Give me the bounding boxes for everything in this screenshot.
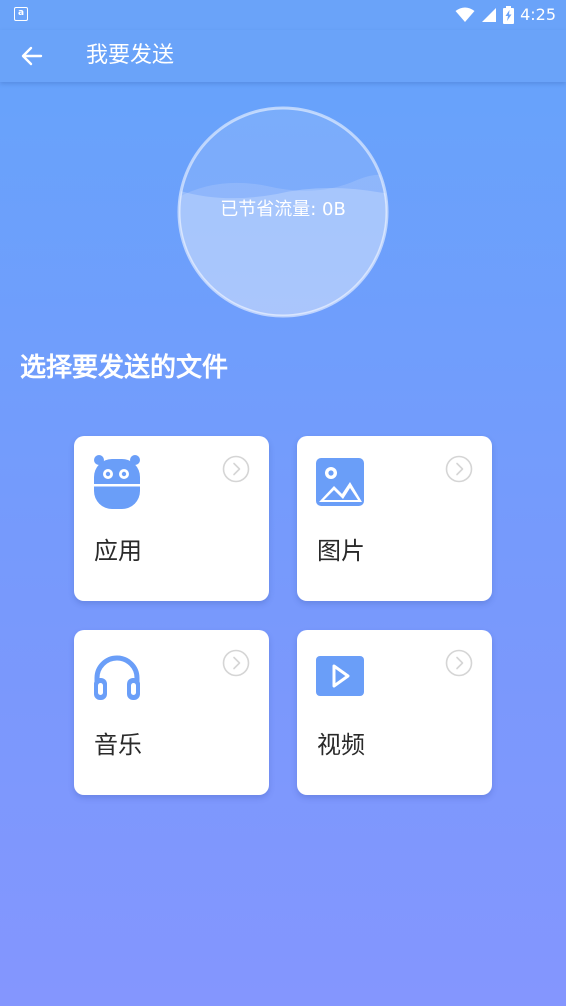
category-label: 音乐 <box>94 731 142 759</box>
status-icons: 4:25 <box>455 4 556 26</box>
wifi-icon <box>455 7 475 22</box>
status-bar: a 4:25 <box>0 0 566 30</box>
category-label: 应用 <box>94 537 142 565</box>
category-card-apps[interactable]: 应用 <box>74 436 269 601</box>
category-card-music[interactable]: 音乐 <box>74 630 269 795</box>
notification-icon: a <box>14 7 28 21</box>
video-play-icon <box>316 656 364 696</box>
traffic-saved-label: 已节省流量: 0B <box>220 199 346 220</box>
chevron-right-icon <box>222 649 250 677</box>
chevron-right-icon <box>222 455 250 483</box>
chevron-right-icon <box>445 455 473 483</box>
back-button[interactable] <box>14 38 50 74</box>
chevron-right-icon <box>445 649 473 677</box>
status-time: 4:25 <box>520 5 556 24</box>
category-card-images[interactable]: 图片 <box>297 436 492 601</box>
category-label: 视频 <box>317 731 365 759</box>
headphones-icon <box>94 655 140 700</box>
app-robot-icon <box>94 455 140 509</box>
signal-icon <box>482 8 497 22</box>
category-card-video[interactable]: 视频 <box>297 630 492 795</box>
arrow-left-icon <box>21 46 43 66</box>
category-label: 图片 <box>317 537 365 565</box>
app-bar: 我要发送 <box>0 30 566 82</box>
section-title: 选择要发送的文件 <box>20 353 229 383</box>
send-screen: a 4:25 我要发送 已节省流量: 0B 选择要发送的文件 应用 图片 音乐 … <box>0 0 566 1006</box>
traffic-saved-bubble: 已节省流量: 0B <box>177 106 389 318</box>
page-title: 我要发送 <box>86 43 175 68</box>
image-icon <box>316 458 364 506</box>
battery-charging-icon <box>503 6 515 24</box>
